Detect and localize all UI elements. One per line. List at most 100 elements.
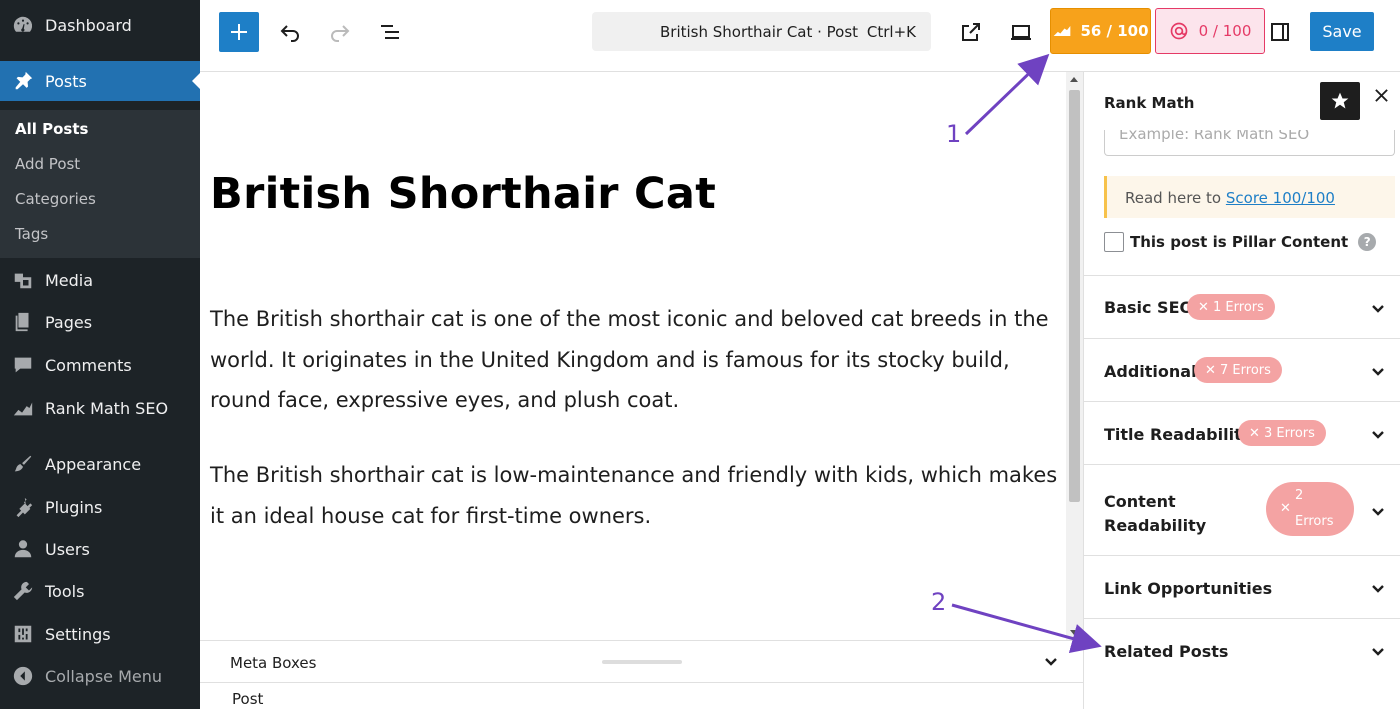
chevron-down-icon [1370,426,1386,446]
document-overview-button[interactable] [376,20,404,44]
error-badge: ✕ 2 Errors [1266,482,1354,536]
section-content-readability[interactable]: Content Readability ✕ 2 Errors [1084,464,1400,555]
help-icon[interactable]: ? [1358,233,1377,251]
section-label: Additional [1104,362,1197,381]
collapse-icon [11,664,35,688]
seo-score-value: 56 / 100 [1080,22,1149,40]
paragraph-block[interactable]: The British shorthair cat is low-mainten… [210,455,1060,536]
menu-settings[interactable]: Settings [0,614,200,654]
plugin-icon [11,495,35,519]
section-label: Title Readability [1104,425,1253,444]
settings-sidebar-toggle[interactable] [1266,20,1294,44]
scroll-thumb[interactable] [1069,90,1080,502]
menu-users[interactable]: Users [0,529,200,569]
pillar-content-option[interactable]: This post is Pillar Content ? [1104,232,1377,252]
score-100-link[interactable]: Score 100/100 [1226,189,1335,207]
menu-label: Posts [45,71,87,91]
add-block-button[interactable] [219,12,259,52]
content-ai-score-button[interactable]: 0 / 100 [1155,8,1265,54]
meta-boxes-label: Meta Boxes [230,654,317,672]
menu-plugins[interactable]: Plugins [0,487,200,527]
section-label: Content Readability [1104,492,1207,535]
menu-media[interactable]: Media [0,260,200,300]
submenu-categories[interactable]: Categories [15,190,96,208]
comments-icon [11,353,35,377]
chevron-down-icon [1370,503,1386,523]
editor-canvas[interactable]: British Shorthair Cat The British shorth… [200,72,1066,640]
menu-pages[interactable]: Pages [0,302,200,342]
paragraph-block[interactable]: The British shorthair cat is one of the … [210,299,1060,421]
pillar-content-checkbox[interactable] [1104,232,1124,252]
chevron-down-icon [1370,580,1386,600]
pin-icon [11,69,35,93]
chevron-down-icon [1370,363,1386,383]
media-icon [11,268,35,292]
menu-label: Plugins [45,497,103,517]
undo-icon [280,25,299,42]
menu-label: Rank Math SEO [45,398,169,418]
section-link-opportunities[interactable]: Link Opportunities [1084,555,1400,618]
menu-label: Dashboard [45,15,132,35]
menu-rank-math-seo[interactable]: Rank Math SEO [0,388,200,428]
submenu-tags[interactable]: Tags [15,225,48,243]
menu-posts[interactable]: Posts [0,61,200,101]
error-badge: ✕ 7 Errors [1194,357,1282,383]
save-button[interactable]: Save [1310,12,1374,51]
menu-label: Settings [45,624,111,644]
error-badge: ✕ 1 Errors [1187,294,1275,320]
menu-appearance[interactable]: Appearance [0,444,200,484]
scroll-down-arrow[interactable] [1070,630,1078,635]
close-panel-button[interactable] [1374,88,1389,107]
plus-icon [231,24,247,40]
score-notice: Read here to Score 100/100 [1104,176,1395,218]
command-palette-title: British Shorthair Cat · Post [660,22,859,41]
menu-comments[interactable]: Comments [0,345,200,385]
menu-label: Media [45,270,94,290]
resize-handle[interactable] [602,660,682,664]
menu-label: Comments [45,355,132,375]
menu-tools[interactable]: Tools [0,571,200,611]
menu-collapse[interactable]: Collapse Menu [0,656,200,696]
pillar-content-label: This post is Pillar Content [1130,233,1349,251]
panel-header: Rank Math [1084,72,1400,130]
section-related-posts[interactable]: Related Posts [1084,618,1400,681]
redo-icon [331,25,350,42]
dashboard-icon [11,13,35,37]
annotation-label-1: 1 [946,120,962,148]
section-basic-seo[interactable]: Basic SEO ✕ 1 Errors [1084,275,1400,338]
external-link-icon [962,23,980,41]
submenu-all-posts[interactable]: All Posts [15,120,88,138]
star-icon [1331,92,1349,109]
rank-math-icon [11,396,35,420]
chevron-down-icon[interactable] [1043,653,1059,673]
redo-button[interactable] [326,20,354,44]
ai-score-value: 0 / 100 [1198,22,1252,40]
section-additional[interactable]: Additional ✕ 7 Errors [1084,338,1400,401]
pin-panel-button[interactable] [1320,82,1360,120]
editor-scrollbar[interactable] [1066,72,1083,640]
settings-icon [11,622,35,646]
menu-label: Users [45,539,90,559]
admin-sidebar: Dashboard Posts All Posts Add Post Categ… [0,0,200,709]
menu-label: Appearance [45,454,142,474]
posts-submenu: All Posts Add Post Categories Tags [0,110,200,258]
view-post-button[interactable] [957,20,985,44]
editor-toolbar: British Shorthair Cat · Post Ctrl+K 56 /… [200,0,1400,72]
command-palette-shortcut: Ctrl+K [866,22,916,41]
rank-math-icon [1054,26,1071,36]
undo-button[interactable] [276,20,304,44]
command-palette[interactable]: British Shorthair Cat · Post Ctrl+K [592,12,931,51]
menu-dashboard[interactable]: Dashboard [0,5,200,45]
rank-math-score-button[interactable]: 56 / 100 [1050,8,1151,54]
preview-button[interactable] [1006,20,1036,44]
menu-label: Collapse Menu [45,666,163,686]
menu-label: Tools [45,581,85,601]
post-title[interactable]: British Shorthair Cat [210,169,716,219]
section-label: Basic SEO [1104,298,1194,317]
scroll-up-arrow[interactable] [1070,77,1078,82]
breadcrumb-post[interactable]: Post [232,690,263,708]
meta-boxes-bar[interactable]: Meta Boxes [200,640,1083,682]
submenu-add-post[interactable]: Add Post [15,155,80,173]
section-title-readability[interactable]: Title Readability ✕ 3 Errors [1084,401,1400,464]
annotation-label-2: 2 [931,588,947,616]
